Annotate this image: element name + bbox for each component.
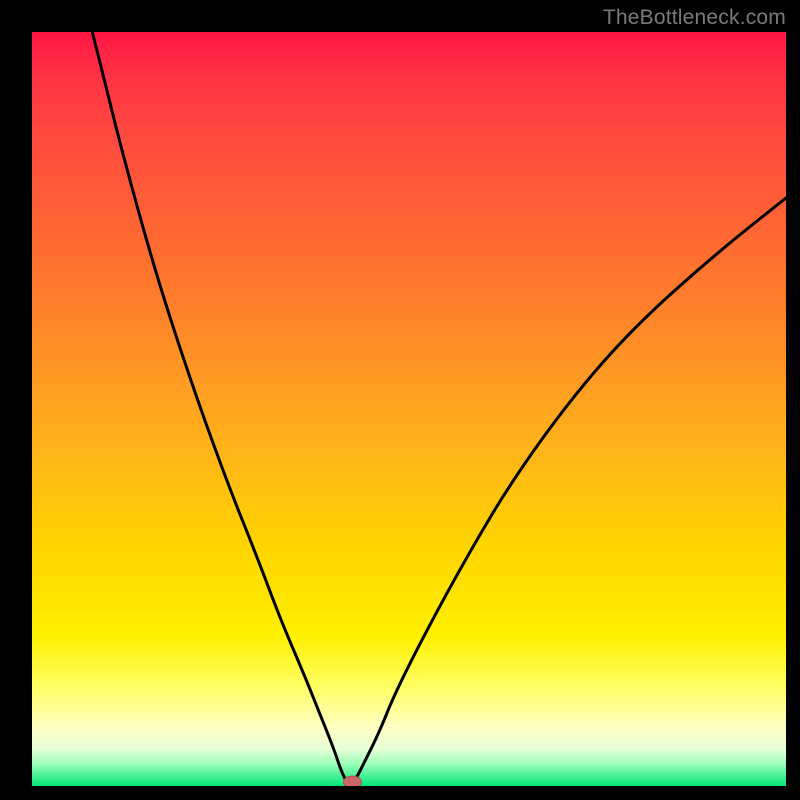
chart-frame: TheBottleneck.com <box>0 0 800 800</box>
plot-area <box>32 32 786 786</box>
bottleneck-curve <box>92 32 786 783</box>
curve-layer <box>32 32 786 786</box>
minimum-marker <box>343 776 361 786</box>
watermark-text: TheBottleneck.com <box>603 6 786 30</box>
